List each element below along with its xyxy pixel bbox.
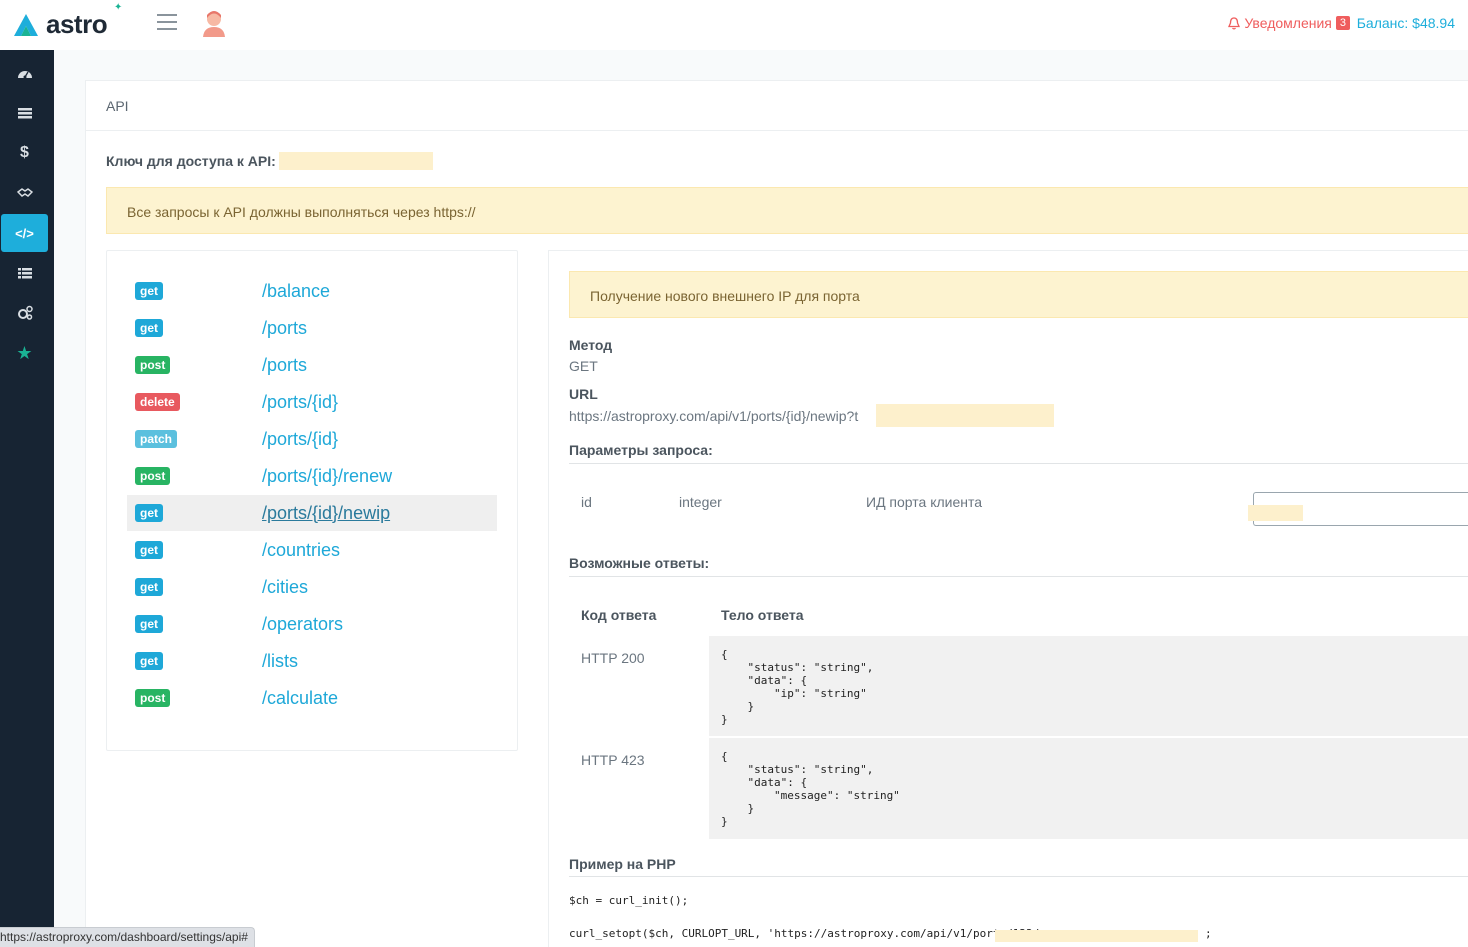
code-icon: </> [15, 225, 34, 241]
divider [569, 463, 1468, 464]
param-type: integer [679, 494, 722, 510]
notifications-link[interactable]: Уведомления 3 [1228, 15, 1350, 31]
endpoint-item[interactable]: get/ports/{id}/newip [127, 495, 497, 531]
sidebar-item-api[interactable]: </> [1, 214, 48, 252]
endpoints-list: get/balance get/ports post/ports delete/por… [106, 250, 518, 751]
param-name: id [581, 494, 592, 510]
http-method-badge: get [135, 615, 163, 633]
http-method-badge: get [135, 578, 163, 596]
http-method-badge: get [135, 319, 163, 337]
page-title: API [106, 98, 129, 114]
endpoint-path-link[interactable]: /ports [262, 318, 307, 339]
endpoint-item[interactable]: post/ports/{id}/renew [127, 458, 497, 494]
php-token-redacted [995, 930, 1198, 942]
dashboard-icon [17, 71, 32, 79]
sidebar-item-dashboard[interactable] [1, 55, 48, 93]
endpoint-path-link[interactable]: /ports/{id} [262, 429, 338, 450]
endpoint-path-link[interactable]: /ports/{id} [262, 392, 338, 413]
sidebar-item-partners[interactable] [1, 174, 48, 212]
url-value: https://astroproxy.com/api/v1/ports/{id}… [569, 408, 859, 424]
php-code-line-end: ; [1205, 927, 1212, 940]
server-icon [17, 108, 32, 119]
sidebar-item-settings[interactable] [1, 294, 48, 332]
endpoint-item[interactable]: get/operators [127, 606, 497, 642]
api-key-value-redacted[interactable] [279, 152, 433, 170]
endpoint-path-link[interactable]: /countries [262, 540, 340, 561]
astro-logo-icon [14, 13, 38, 36]
dollar-icon: $ [20, 144, 29, 161]
user-avatar-icon[interactable] [200, 9, 228, 37]
logo-text: astro [46, 9, 108, 39]
notifications-count-badge: 3 [1335, 16, 1350, 30]
bell-icon [1228, 16, 1241, 30]
endpoint-path-link[interactable]: /ports/{id}/newip [262, 503, 390, 524]
endpoint-item[interactable]: get/lists [127, 643, 497, 679]
browser-status-bar: https://astroproxy.com/dashboard/setting… [0, 927, 255, 947]
endpoint-path-link[interactable]: /ports/{id}/renew [262, 466, 392, 487]
http-method-badge: get [135, 504, 163, 522]
card-header: API [86, 81, 1468, 131]
endpoint-item[interactable]: get/countries [127, 532, 497, 568]
star-icon: ★ [16, 342, 33, 363]
api-key-label: Ключ для доступа к API: [106, 153, 276, 169]
balance-link[interactable]: Баланс: $48.94 [1357, 15, 1455, 31]
http-method-badge: get [135, 541, 163, 559]
http-method-badge: patch [135, 430, 178, 448]
top-bar: astro ✦ Уведомления 3 Баланс: $48.94 [0, 0, 1468, 50]
sidebar-item-favorites[interactable]: ★ [1, 334, 48, 372]
endpoint-item[interactable]: post/ports [127, 347, 497, 383]
endpoint-path-link[interactable]: /operators [262, 614, 343, 635]
php-code-line: $ch = curl_init(); [569, 894, 689, 907]
responses-col-code: Код ответа [581, 607, 657, 623]
endpoint-item[interactable]: get/cities [127, 569, 497, 605]
endpoint-item[interactable]: get/balance [127, 273, 497, 309]
menu-toggle-button[interactable] [157, 14, 177, 32]
handshake-icon [16, 188, 33, 197]
divider [569, 876, 1468, 877]
param-value-redacted [1248, 505, 1303, 521]
responses-col-body: Тело ответа [721, 607, 804, 623]
params-label: Параметры запроса: [569, 442, 713, 458]
response-code: HTTP 200 [581, 650, 645, 666]
http-method-badge: post [135, 467, 171, 485]
endpoint-item[interactable]: delete/ports/{id} [127, 384, 497, 420]
endpoint-detail-panel [548, 250, 1468, 947]
http-method-badge: post [135, 356, 171, 374]
sidebar-item-servers[interactable] [1, 94, 48, 132]
endpoint-item[interactable]: post/calculate [127, 680, 497, 716]
sidebar: $ </> ★ [0, 50, 54, 947]
endpoint-path-link[interactable]: /balance [262, 281, 330, 302]
response-body: { "status": "string", "data": { "message… [709, 738, 1468, 839]
sidebar-item-lists[interactable] [1, 254, 48, 292]
endpoint-description: Получение нового внешнего IP для порта [569, 271, 1468, 318]
response-code: HTTP 423 [581, 752, 645, 768]
gears-icon [17, 305, 33, 320]
endpoint-path-link[interactable]: /lists [262, 651, 298, 672]
method-label: Метод [569, 337, 613, 353]
notifications-label: Уведомления [1244, 15, 1332, 31]
sidebar-item-billing[interactable]: $ [1, 134, 48, 172]
param-description: ИД порта клиента [866, 494, 983, 510]
http-method-badge: get [135, 282, 163, 300]
responses-label: Возможные ответы: [569, 555, 710, 571]
http-method-badge: post [135, 689, 171, 707]
php-example-label: Пример на PHP [569, 856, 676, 872]
url-label: URL [569, 386, 598, 402]
url-token-redacted [876, 404, 1054, 427]
endpoint-item[interactable]: get/ports [127, 310, 497, 346]
http-method-badge: get [135, 652, 163, 670]
endpoint-path-link[interactable]: /ports [262, 355, 307, 376]
logo[interactable]: astro [12, 9, 108, 40]
divider [569, 576, 1468, 577]
http-method-badge: delete [135, 393, 180, 411]
https-notice: Все запросы к API должны выполняться чер… [106, 187, 1468, 234]
list-icon [17, 268, 32, 279]
endpoint-path-link[interactable]: /calculate [262, 688, 338, 709]
response-body: { "status": "string", "data": { "ip": "s… [709, 636, 1468, 736]
logo-plus-icon: ✦ [114, 2, 123, 13]
method-value: GET [569, 358, 598, 374]
endpoint-item[interactable]: patch/ports/{id} [127, 421, 497, 457]
endpoint-path-link[interactable]: /cities [262, 577, 308, 598]
php-code-line: curl_setopt($ch, CURLOPT_URL, 'https://a… [569, 927, 1046, 940]
